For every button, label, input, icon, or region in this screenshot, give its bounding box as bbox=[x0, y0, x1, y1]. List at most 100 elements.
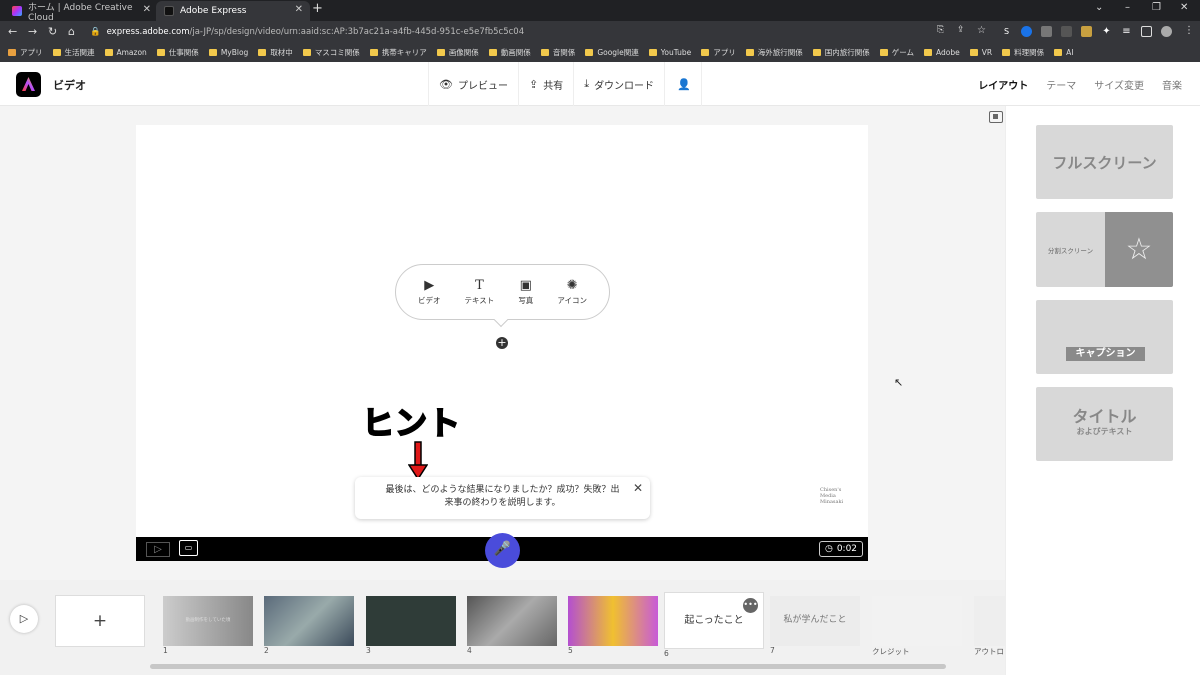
play-all-button[interactable]: ▷ bbox=[10, 605, 38, 633]
new-tab-icon[interactable]: + bbox=[312, 1, 323, 16]
scene-6-label: 起こったこと bbox=[684, 615, 744, 626]
layout-caption[interactable]: キャプション bbox=[1036, 300, 1173, 374]
tab-adobe-express[interactable]: Adobe Express ✕ bbox=[156, 1, 310, 21]
share-button[interactable]: ⇪ 共有 bbox=[517, 62, 573, 106]
slide-canvas[interactable]: ▶ ビデオ T テキスト ▣ 写真 ✺ アイコン + ヒント 最後は、どのような結果にな… bbox=[136, 125, 868, 568]
add-video-option[interactable]: ▶ ビデオ bbox=[418, 278, 441, 306]
home-icon[interactable]: ⌂ bbox=[68, 25, 75, 38]
bookmark-item[interactable]: マスコミ関係 bbox=[302, 47, 360, 58]
minimize-icon[interactable]: – bbox=[1125, 2, 1130, 13]
bookmark-item[interactable]: Google関連 bbox=[585, 47, 639, 58]
bookmark-item[interactable]: MyBlog bbox=[208, 48, 248, 57]
extension-grid-icon[interactable] bbox=[1041, 26, 1052, 37]
bookmark-item[interactable]: YouTube bbox=[648, 48, 691, 57]
add-photo-option[interactable]: ▣ 写真 bbox=[518, 278, 533, 306]
bookmark-item[interactable]: 音関係 bbox=[540, 47, 575, 58]
scene-thumbnail-4[interactable] bbox=[467, 596, 557, 646]
scene-thumbnail-1[interactable]: 動画制作をしていた頃 bbox=[163, 596, 253, 646]
bookmark-item[interactable]: 料理関係 bbox=[1002, 47, 1044, 58]
add-icon-option[interactable]: ✺ アイコン bbox=[557, 278, 587, 306]
close-prompt-icon[interactable]: ✕ bbox=[633, 482, 643, 495]
close-tab-icon[interactable]: ✕ bbox=[143, 4, 151, 15]
bookmark-item[interactable]: 生活関連 bbox=[52, 47, 95, 58]
window-close-icon[interactable]: ✕ bbox=[1180, 2, 1188, 13]
menu-kebab-icon[interactable]: ⋮ bbox=[1184, 25, 1194, 36]
scene-number: 2 bbox=[264, 646, 269, 655]
folder-icon bbox=[969, 49, 978, 56]
bookmark-item[interactable]: アプリ bbox=[701, 47, 736, 58]
scene-duration[interactable]: ◷ 0:02 bbox=[819, 541, 863, 557]
bookmark-item[interactable]: 仕事関係 bbox=[156, 47, 199, 58]
extension-s-icon[interactable]: S bbox=[1001, 26, 1012, 37]
extension-r-icon[interactable] bbox=[1061, 26, 1072, 37]
bookmark-item[interactable]: Adobe bbox=[924, 48, 960, 57]
back-icon[interactable]: ← bbox=[8, 25, 17, 38]
layout-title-and-text[interactable]: タイトル およびテキスト bbox=[1036, 387, 1173, 461]
tab-layout[interactable]: レイアウト bbox=[978, 77, 1028, 92]
scene-thumbnail-6-selected[interactable]: 起こったこと ••• bbox=[664, 592, 764, 649]
scene-thumbnail-outro[interactable] bbox=[974, 596, 1005, 646]
url-field[interactable]: 🔒 express.adobe.com /ja-JP/sp/design/vid… bbox=[90, 24, 930, 40]
scene-thumbnail-3[interactable] bbox=[366, 596, 456, 646]
icon-icon: ✺ bbox=[566, 278, 578, 293]
play-scene-icon[interactable]: ▷ bbox=[146, 542, 170, 557]
tab-creative-cloud[interactable]: ホーム | Adobe Creative Cloud ✕ bbox=[4, 1, 158, 23]
share-label: 共有 bbox=[543, 80, 564, 92]
forward-icon[interactable]: → bbox=[28, 25, 37, 38]
timeline-scrollbar[interactable] bbox=[150, 664, 946, 669]
layout-split-screen[interactable]: 分割スクリーン ☆ bbox=[1036, 212, 1173, 287]
tab-resize[interactable]: サイズ変更 bbox=[1094, 77, 1144, 92]
invite-button[interactable]: 👤 bbox=[664, 62, 702, 106]
scene-thumbnail-2[interactable] bbox=[264, 596, 354, 646]
caption-toggle-icon[interactable]: ▭ bbox=[179, 540, 198, 556]
reload-icon[interactable]: ↻ bbox=[48, 25, 57, 38]
bookmark-item[interactable]: 取材中 bbox=[258, 47, 293, 58]
bookmark-label: 動画関係 bbox=[500, 48, 531, 57]
bookmark-item[interactable]: 画像関係 bbox=[436, 47, 479, 58]
tab-search-icon[interactable]: ⌄ bbox=[1095, 2, 1103, 13]
folder-icon bbox=[156, 49, 165, 56]
adobe-express-logo-icon[interactable] bbox=[16, 72, 41, 97]
bookmark-item[interactable]: 動画関係 bbox=[488, 47, 531, 58]
tab-theme[interactable]: テーマ bbox=[1046, 77, 1076, 92]
layout-fullscreen[interactable]: フルスクリーン bbox=[1036, 125, 1173, 199]
preview-button[interactable]: 👁 プレビュー bbox=[428, 62, 518, 106]
add-video-label: ビデオ bbox=[418, 296, 441, 305]
bookmark-item[interactable]: 海外旅行関係 bbox=[745, 47, 803, 58]
bookmark-item[interactable]: 携帯キャリア bbox=[369, 47, 427, 58]
add-content-plus-icon[interactable]: + bbox=[496, 337, 508, 349]
bookmark-item[interactable]: AI bbox=[1054, 48, 1073, 57]
close-tab-icon[interactable]: ✕ bbox=[295, 4, 303, 15]
bookmark-star-icon[interactable]: ☆ bbox=[977, 25, 986, 36]
profile-avatar-icon[interactable] bbox=[1161, 26, 1172, 37]
bookmark-label: 仕事関係 bbox=[168, 48, 199, 57]
extension-image-icon[interactable] bbox=[1081, 26, 1092, 37]
reading-list-icon[interactable]: ≡ bbox=[1121, 26, 1132, 37]
restore-icon[interactable]: ❐ bbox=[1152, 2, 1161, 13]
scene-options-icon[interactable]: ••• bbox=[743, 598, 758, 613]
bookmark-item[interactable]: 国内旅行関係 bbox=[812, 47, 870, 58]
bookmark-label: アプリ bbox=[20, 48, 43, 57]
share-page-icon[interactable]: ⇪ bbox=[957, 25, 965, 35]
download-button[interactable]: ⤓ ダウンロード bbox=[573, 62, 664, 106]
scene-duration-value: 0:02 bbox=[836, 544, 858, 554]
extensions-puzzle-icon[interactable]: ✦ bbox=[1101, 26, 1112, 37]
add-text-option[interactable]: T テキスト bbox=[465, 278, 495, 306]
scene-thumbnail-7[interactable]: 私が学んだこと bbox=[770, 596, 860, 646]
install-app-icon[interactable]: ⎘ bbox=[937, 25, 944, 35]
scene-thumbnail-credits[interactable] bbox=[872, 596, 962, 646]
side-panel-icon[interactable] bbox=[1141, 26, 1152, 37]
add-scene-button[interactable]: + bbox=[55, 595, 145, 647]
bookmark-item[interactable]: VR bbox=[969, 48, 992, 57]
extension-blue-icon[interactable] bbox=[1021, 26, 1032, 37]
microphone-record-button[interactable]: 🎤 bbox=[485, 533, 520, 568]
scene-thumbnail-5[interactable] bbox=[568, 596, 658, 646]
bookmark-item[interactable]: Amazon bbox=[104, 48, 147, 57]
document-title[interactable]: ビデオ bbox=[53, 77, 86, 93]
bookmark-item[interactable]: ゲーム bbox=[879, 47, 914, 58]
bookmark-label: 画像関係 bbox=[448, 48, 479, 57]
bookmark-item[interactable]: アプリ bbox=[8, 47, 43, 58]
fullscreen-focus-icon[interactable] bbox=[989, 111, 1003, 123]
creative-cloud-favicon-icon bbox=[12, 6, 22, 16]
tab-music[interactable]: 音楽 bbox=[1162, 77, 1182, 92]
